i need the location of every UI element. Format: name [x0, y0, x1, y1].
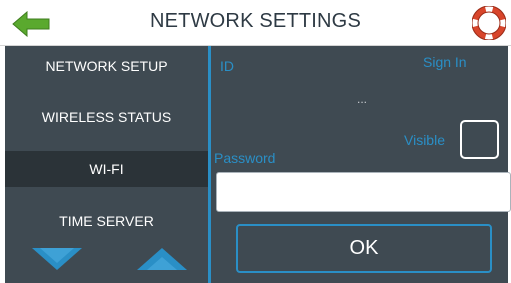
sidebar-item-label: WI-FI	[89, 161, 124, 177]
sidebar-item-wireless-status[interactable]: WIRELESS STATUS	[5, 99, 208, 135]
visible-checkbox[interactable]	[460, 120, 499, 159]
header-bar: NETWORK SETTINGS	[0, 0, 511, 46]
ok-button[interactable]: OK	[236, 224, 492, 273]
sidebar-item-wi-fi[interactable]: WI-FI	[5, 151, 208, 187]
visible-label: Visible	[404, 132, 445, 148]
scroll-down-icon[interactable]	[32, 248, 82, 270]
sidebar-item-label: TIME SERVER	[59, 213, 154, 229]
id-label: ID	[220, 58, 234, 74]
panel-divider	[208, 46, 211, 283]
settings-panel: NETWORK SETUP WIRELESS STATUS WI-FI TIME…	[5, 46, 511, 283]
sidebar-item-network-setup[interactable]: NETWORK SETUP	[5, 48, 208, 84]
page-title: NETWORK SETTINGS	[150, 10, 361, 32]
sidebar-item-label: NETWORK SETUP	[45, 58, 168, 74]
sidebar-item-time-server[interactable]: TIME SERVER	[5, 203, 208, 239]
sign-in-link[interactable]: Sign In	[423, 54, 467, 70]
id-value: ...	[357, 92, 368, 106]
password-label: Password	[214, 150, 276, 166]
lifebuoy-icon[interactable]	[472, 6, 506, 40]
sidebar-item-label: WIRELESS STATUS	[41, 109, 172, 125]
sidebar-menu: NETWORK SETUP WIRELESS STATUS WI-FI TIME…	[5, 46, 208, 283]
scroll-up-icon[interactable]	[137, 248, 187, 270]
password-input[interactable]	[216, 172, 511, 212]
